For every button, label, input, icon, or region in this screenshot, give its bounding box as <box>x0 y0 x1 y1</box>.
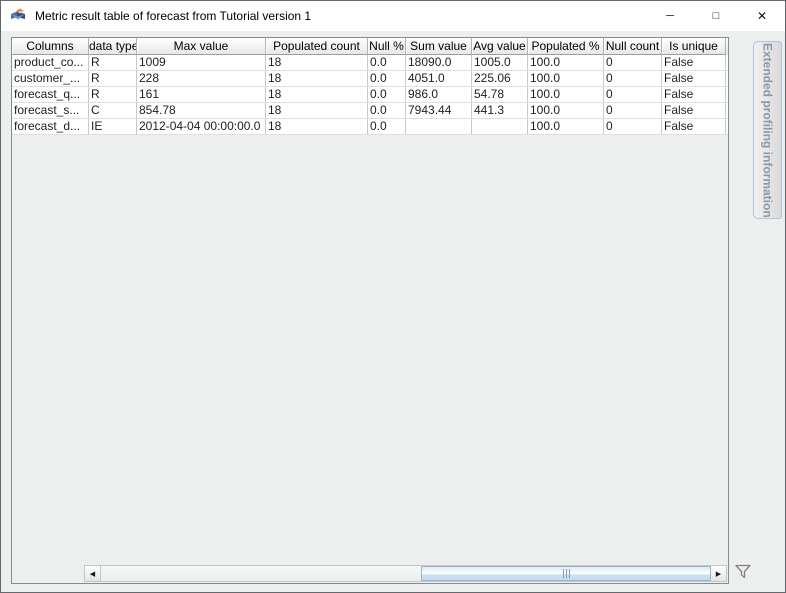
table-cell: 100.0 <box>528 103 604 118</box>
table-cell: 7943.44 <box>406 103 472 118</box>
app-icon <box>11 8 25 20</box>
table-cell: 18 <box>266 119 368 134</box>
window-controls: ─ □ ✕ <box>647 1 785 31</box>
column-header[interactable]: Is unique <box>662 38 726 55</box>
scrollbar-grip-icon <box>562 569 570 578</box>
table-cell: 18 <box>266 55 368 70</box>
table-cell: 4051.0 <box>406 71 472 86</box>
table-row[interactable]: forecast_q... R 161 18 0.0 986.0 54.78 100.0 0 Fa… <box>12 87 728 103</box>
table-cell: 0.0 <box>368 87 406 102</box>
table-cell: 100.0 <box>528 87 604 102</box>
scroll-right-icon: ▶ <box>715 570 722 578</box>
table-cell: R <box>89 71 137 86</box>
table-cell: 228 <box>137 71 266 86</box>
table-cell: R <box>89 87 137 102</box>
table-cell: 18090.0 <box>406 55 472 70</box>
table-cell: 854.78 <box>137 103 266 118</box>
close-button[interactable]: ✕ <box>739 1 785 31</box>
table-row[interactable]: customer_... R 228 18 0.0 4051.0 225.06 100.0 0 F… <box>12 71 728 87</box>
scrollbar-thumb[interactable] <box>421 566 711 581</box>
scroll-right-button[interactable]: ▶ <box>710 566 726 581</box>
table-cell <box>406 119 472 134</box>
scroll-left-icon: ◀ <box>89 570 96 578</box>
table-cell: False <box>662 87 726 102</box>
column-header[interactable]: Populated count <box>266 38 368 55</box>
column-header[interactable]: Null % <box>368 38 406 55</box>
titlebar[interactable]: Metric result table of forecast from Tut… <box>1 1 785 31</box>
tab-extended-profiling-information[interactable]: Extended profiling information <box>753 41 782 219</box>
table-row[interactable]: forecast_d... IE 2012-04-04 00:00:00.0 18 0.… <box>12 119 728 135</box>
table-cell: 100.0 <box>528 55 604 70</box>
table-cell: 161 <box>137 87 266 102</box>
column-header[interactable]: Null count <box>604 38 662 55</box>
column-header[interactable]: Sum value <box>406 38 472 55</box>
table-cell: forecast_q... <box>12 87 89 102</box>
table-cell: False <box>662 71 726 86</box>
dialog-window: Metric result table of forecast from Tut… <box>0 0 786 593</box>
column-header[interactable]: Populated % <box>528 38 604 55</box>
maximize-icon: □ <box>712 10 720 22</box>
table-cell: forecast_d... <box>12 119 89 134</box>
column-header[interactable]: Avg value <box>472 38 528 55</box>
table-cell: 0.0 <box>368 103 406 118</box>
table-cell: 0 <box>604 55 662 70</box>
table-cell: 18 <box>266 87 368 102</box>
table-cell: 1009 <box>137 55 266 70</box>
table-cell: False <box>662 119 726 134</box>
table-cell: R <box>89 55 137 70</box>
table-cell: customer_... <box>12 71 89 86</box>
maximize-button[interactable]: □ <box>693 1 739 31</box>
table-cell: 0.0 <box>368 71 406 86</box>
table-header-row: Columns data type Max value Populated count… <box>12 38 728 55</box>
table-cell <box>472 119 528 134</box>
minimize-icon: ─ <box>666 10 674 22</box>
table-cell: forecast_s... <box>12 103 89 118</box>
table-cell: 54.78 <box>472 87 528 102</box>
table-cell: C <box>89 103 137 118</box>
table-cell: 441.3 <box>472 103 528 118</box>
funnel-icon <box>735 564 751 579</box>
horizontal-scrollbar[interactable]: ◀ ▶ <box>84 565 727 582</box>
window-title: Metric result table of forecast from Tut… <box>35 9 312 23</box>
column-header[interactable]: Columns <box>12 38 89 55</box>
table-cell: product_co... <box>12 55 89 70</box>
table-cell: 2012-04-04 00:00:00.0 <box>137 119 266 134</box>
table-cell: 100.0 <box>528 119 604 134</box>
minimize-button[interactable]: ─ <box>647 1 693 31</box>
table-row[interactable]: product_co... R 1009 18 0.0 18090.0 1005.0 100.… <box>12 55 728 71</box>
close-icon: ✕ <box>756 9 768 23</box>
table-row[interactable]: forecast_s... C 854.78 18 0.0 7943.44 441.3 100… <box>12 103 728 119</box>
column-header[interactable]: data type <box>89 38 137 55</box>
table-cell: 0 <box>604 87 662 102</box>
column-header[interactable]: Max value <box>137 38 266 55</box>
table-cell: 0 <box>604 103 662 118</box>
table-cell: 0 <box>604 71 662 86</box>
table-cell: 225.06 <box>472 71 528 86</box>
table-cell: 100.0 <box>528 71 604 86</box>
table-cell: False <box>662 55 726 70</box>
table-cell: 986.0 <box>406 87 472 102</box>
scroll-left-button[interactable]: ◀ <box>85 566 101 581</box>
metric-table-container: Columns data type Max value Populated count… <box>11 37 729 584</box>
table-cell: IE <box>89 119 137 134</box>
table-cell: 0 <box>604 119 662 134</box>
table-cell: False <box>662 103 726 118</box>
filter-button[interactable] <box>732 561 754 583</box>
side-tab-label: Extended profiling information <box>760 42 775 218</box>
table-cell: 18 <box>266 103 368 118</box>
table-body: product_co... R 1009 18 0.0 18090.0 1005.0 100.… <box>12 55 728 135</box>
scrollbar-track[interactable] <box>101 566 711 581</box>
table-cell: 0.0 <box>368 119 406 134</box>
table-cell: 1005.0 <box>472 55 528 70</box>
table-cell: 0.0 <box>368 55 406 70</box>
table-cell: 18 <box>266 71 368 86</box>
